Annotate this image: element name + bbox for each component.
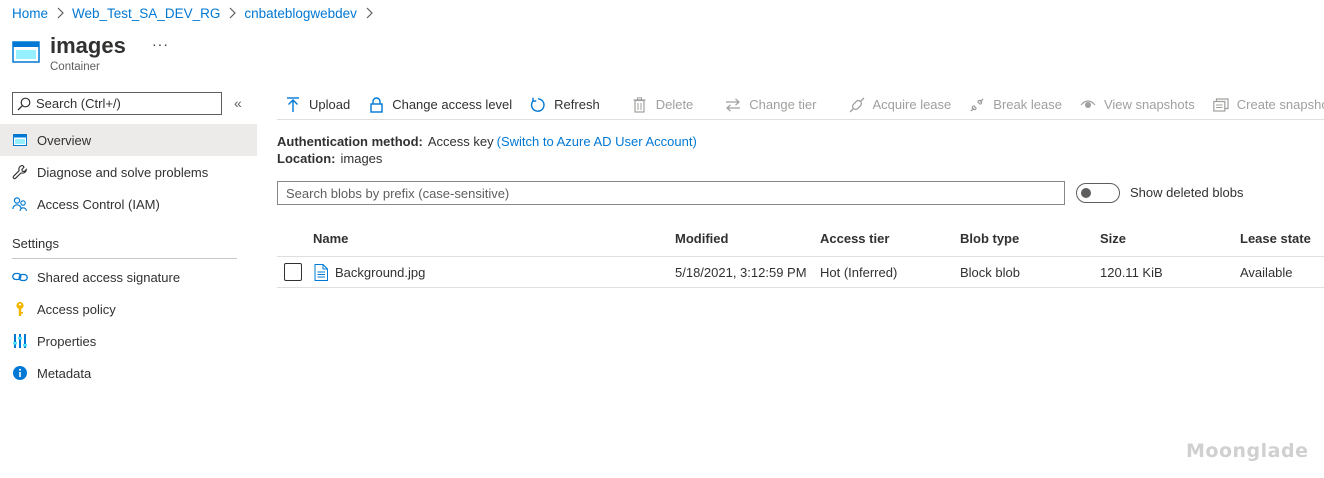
collapse-sidebar-button[interactable]: «: [234, 95, 242, 111]
sidebar-item-label: Access policy: [37, 301, 116, 317]
table-row[interactable]: Background.jpg 5/18/2021, 3:12:59 PM Hot…: [277, 256, 1324, 288]
divider: [12, 258, 237, 259]
sidebar-item-label: Properties: [37, 333, 97, 349]
sidebar-item-iam[interactable]: Access Control (IAM): [0, 188, 257, 220]
auth-method-label: Authentication method:: [277, 134, 423, 149]
change-access-level-label: Change access level: [392, 97, 513, 112]
wrench-icon: [12, 164, 28, 180]
break-lease-label: Break lease: [993, 97, 1062, 112]
info-icon: [12, 365, 28, 381]
sidebar-item-label: Overview: [37, 132, 92, 148]
show-deleted-blobs-toggle[interactable]: [1076, 183, 1120, 203]
toggle-knob: [1081, 188, 1091, 198]
column-header-size[interactable]: Size: [1100, 231, 1126, 246]
sidebar-item-label: Shared access signature: [37, 269, 181, 285]
location-label: Location:: [277, 151, 336, 166]
properties-icon: [12, 333, 28, 349]
create-snapshot-label: Create snapshot: [1236, 97, 1324, 112]
sidebar-item-access-policy[interactable]: Access policy: [0, 293, 257, 325]
key-icon: [12, 301, 28, 317]
delete-button[interactable]: Delete: [632, 96, 694, 113]
column-header-modified[interactable]: Modified: [675, 231, 728, 246]
break-lease-button[interactable]: Break lease: [969, 97, 1062, 113]
sidebar-item-properties[interactable]: Properties: [0, 325, 257, 357]
trash-icon: [632, 96, 648, 113]
page-title: images: [50, 33, 126, 58]
sidebar-search-input[interactable]: [36, 96, 216, 111]
chevron-right-icon: [228, 7, 237, 19]
swap-icon: [725, 97, 741, 113]
eye-icon: [1080, 97, 1096, 113]
row-checkbox[interactable]: [284, 263, 302, 281]
break-lease-icon: [969, 97, 985, 113]
breadcrumb: Home Web_Test_SA_DEV_RG cnbateblogwebdev: [12, 4, 381, 22]
upload-button[interactable]: Upload: [285, 96, 351, 113]
location-value: images: [340, 151, 383, 166]
container-icon: [12, 41, 40, 63]
sidebar-item-overview[interactable]: Overview: [0, 124, 257, 156]
blob-size: 120.11 KiB: [1100, 265, 1163, 280]
lock-icon: [368, 96, 384, 113]
delete-label: Delete: [655, 97, 694, 112]
blob-modified: 5/18/2021, 3:12:59 PM: [675, 265, 807, 280]
change-tier-button[interactable]: Change tier: [725, 97, 817, 113]
breadcrumb-storage-account[interactable]: cnbateblogwebdev: [244, 6, 357, 21]
show-deleted-blobs-label: Show deleted blobs: [1130, 185, 1244, 200]
column-header-blob-type[interactable]: Blob type: [960, 231, 1019, 246]
auth-method-value: Access key: [427, 134, 494, 149]
container-icon: [12, 132, 28, 148]
link-icon: [12, 269, 28, 285]
blob-lease-state: Available: [1240, 265, 1293, 280]
command-bar: Upload Change access level Refresh Delet…: [277, 90, 1324, 120]
change-tier-label: Change tier: [749, 97, 817, 112]
people-icon: [12, 196, 28, 212]
acquire-lease-label: Acquire lease: [872, 97, 952, 112]
more-options-button[interactable]: ···: [152, 36, 169, 52]
file-icon: [314, 264, 328, 281]
upload-label: Upload: [309, 97, 351, 112]
column-header-name[interactable]: Name: [313, 231, 348, 246]
view-snapshots-label: View snapshots: [1103, 97, 1195, 112]
snapshot-icon: [1212, 97, 1229, 113]
chevron-right-icon: [365, 7, 373, 19]
watermark-logo: Moonglade: [1186, 440, 1309, 462]
sidebar-item-label: Access Control (IAM): [37, 196, 160, 212]
refresh-button[interactable]: Refresh: [530, 97, 600, 113]
chevron-right-icon: [56, 7, 64, 19]
sidebar-item-label: Diagnose and solve problems: [37, 164, 209, 180]
search-icon: [17, 97, 31, 110]
blob-access-tier: Hot (Inferred): [820, 265, 898, 280]
location-row: Location: images: [277, 151, 382, 166]
column-header-access-tier[interactable]: Access tier: [820, 231, 889, 246]
sidebar-item-shared-access-signature[interactable]: Shared access signature: [0, 261, 257, 293]
page-subtitle: Container: [50, 61, 100, 73]
acquire-lease-icon: [849, 97, 865, 113]
sidebar-item-label: Metadata: [37, 365, 92, 381]
switch-auth-link[interactable]: (Switch to Azure AD User Account): [497, 134, 697, 149]
auth-method-row: Authentication method: Access key (Switch …: [277, 134, 697, 149]
refresh-icon: [530, 97, 546, 113]
page-header: images Container: [12, 32, 126, 73]
breadcrumb-home[interactable]: Home: [12, 6, 48, 21]
change-access-level-button[interactable]: Change access level: [368, 96, 513, 113]
column-header-lease-state[interactable]: Lease state: [1240, 231, 1311, 246]
sidebar-item-diagnose[interactable]: Diagnose and solve problems: [0, 156, 257, 188]
create-snapshot-button[interactable]: Create snapshot: [1212, 97, 1324, 113]
sidebar-item-metadata[interactable]: Metadata: [0, 357, 257, 389]
refresh-label: Refresh: [554, 97, 600, 112]
blob-name-link[interactable]: Background.jpg: [335, 265, 425, 280]
blob-type: Block blob: [960, 265, 1020, 280]
upload-icon: [285, 96, 301, 113]
breadcrumb-resource-group[interactable]: Web_Test_SA_DEV_RG: [72, 6, 220, 21]
acquire-lease-button[interactable]: Acquire lease: [849, 97, 952, 113]
view-snapshots-button[interactable]: View snapshots: [1080, 97, 1195, 113]
settings-section-title: Settings: [12, 236, 59, 251]
sidebar-search[interactable]: [12, 92, 222, 115]
blob-search-input[interactable]: [277, 181, 1065, 205]
